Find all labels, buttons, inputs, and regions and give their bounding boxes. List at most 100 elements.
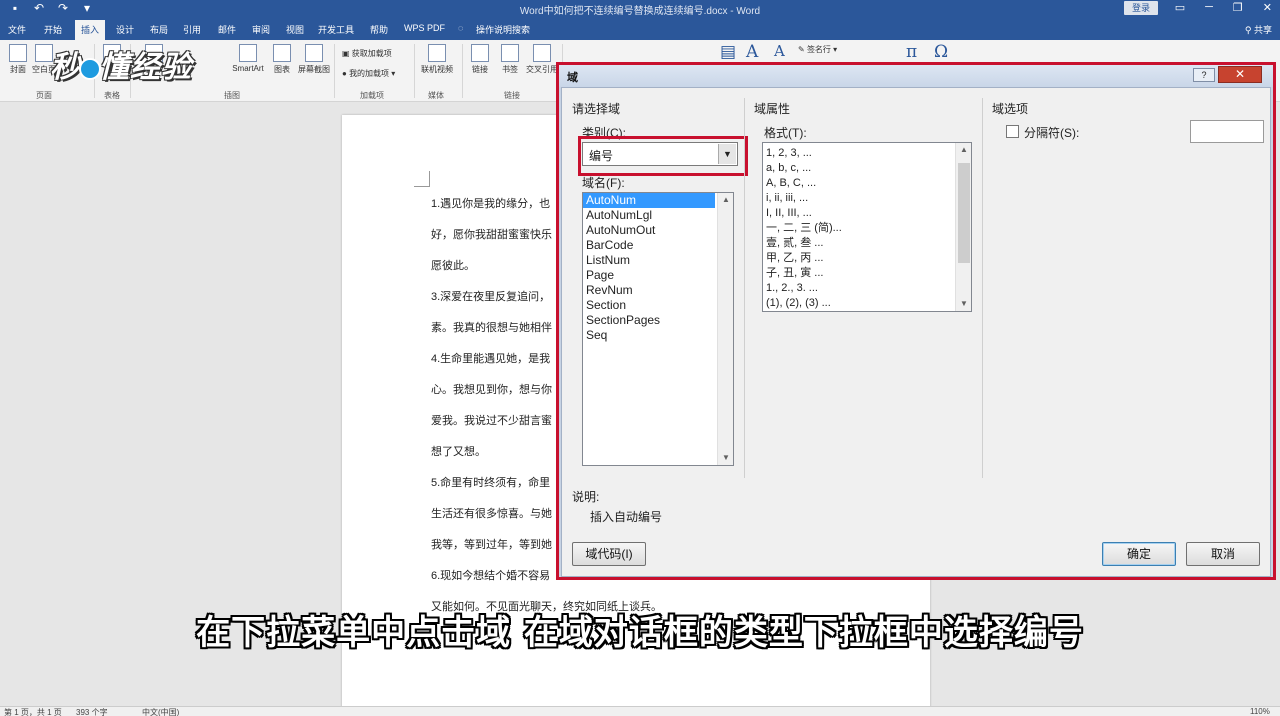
doc-line: 好，愿你我甜甜蜜蜜快乐 xyxy=(431,229,552,241)
list-item[interactable]: a, b, c, ... xyxy=(763,161,971,176)
video-icon xyxy=(428,44,446,62)
format-scrollbar[interactable]: ▲ ▼ xyxy=(955,143,971,311)
list-item[interactable]: RevNum xyxy=(583,283,733,298)
tab-view[interactable]: 视图 xyxy=(286,23,304,36)
field-names-list[interactable]: AutoNum AutoNumLgl AutoNumOut BarCode Li… xyxy=(582,192,734,466)
get-addins-button[interactable]: ▣ 获取加载项 xyxy=(342,48,392,59)
chart-icon xyxy=(273,44,291,62)
list-item[interactable]: AutoNumOut xyxy=(583,223,733,238)
page-count[interactable]: 第 1 页，共 1 页 xyxy=(4,707,62,716)
share-button[interactable]: ⚲ 共享 xyxy=(1245,23,1272,36)
tab-file[interactable]: 文件 xyxy=(8,23,26,36)
minimize-icon[interactable]: ─ xyxy=(1205,1,1213,14)
scroll-up-icon[interactable]: ▲ xyxy=(718,193,733,207)
bookmark-button[interactable]: 书签 xyxy=(496,44,524,75)
list-item[interactable]: BarCode xyxy=(583,238,733,253)
list-item[interactable]: AutoNumLgl xyxy=(583,208,733,223)
choose-field-heading: 请选择域 xyxy=(572,102,621,116)
group-label-pages: 页面 xyxy=(36,91,52,100)
ribbon-divider xyxy=(414,44,415,98)
help-button[interactable]: ? xyxy=(1193,68,1215,82)
list-item[interactable]: A, B, C, ... xyxy=(763,176,971,191)
tab-developer[interactable]: 开发工具 xyxy=(318,23,354,36)
list-item[interactable]: 1., 2., 3. ... xyxy=(763,281,971,296)
field-codes-button[interactable]: 域代码(I) xyxy=(572,542,646,566)
list-item[interactable]: 一, 二, 三 (简)... xyxy=(763,221,971,236)
symbol-icon[interactable]: Ω xyxy=(934,42,948,62)
zoom-level[interactable]: 110% xyxy=(1250,707,1270,716)
doc-line: 5.命里有时终须有，命里 xyxy=(431,477,551,489)
group-label-tables: 表格 xyxy=(104,91,120,100)
list-item[interactable]: SectionPages xyxy=(583,313,733,328)
link-button[interactable]: 链接 xyxy=(466,44,494,75)
ribbon-tabs: 文件 开始 插入 设计 布局 引用 邮件 审阅 视图 开发工具 帮助 WPS P… xyxy=(0,18,1280,40)
text-box-icon[interactable]: ▤ xyxy=(720,42,736,62)
equation-icon[interactable]: π xyxy=(906,42,917,62)
doc-line: 爱我。我说过不少甜言蜜 xyxy=(431,415,552,427)
chevron-down-icon[interactable]: ▼ xyxy=(718,144,736,164)
word-count[interactable]: 393 个字 xyxy=(76,707,108,716)
wordart-icon[interactable]: A xyxy=(746,42,758,62)
list-item[interactable]: ListNum xyxy=(583,253,733,268)
list-item[interactable]: Section xyxy=(583,298,733,313)
watermark-logo: 秒懂经验 xyxy=(50,50,192,85)
list-item[interactable]: (1), (2), (3) ... xyxy=(763,296,971,311)
ok-button[interactable]: 确定 xyxy=(1102,542,1176,566)
dialog-body: 请选择域 类别(C): 编号 ▼ 域名(F): AutoNum AutoNumL… xyxy=(561,87,1271,577)
my-addins-button[interactable]: ● 我的加载项 ▾ xyxy=(342,68,395,79)
share-icon: ⚲ xyxy=(1244,25,1252,35)
separator-label: 分隔符(S): xyxy=(1024,126,1080,140)
login-button[interactable]: 登录 xyxy=(1124,1,1158,15)
scroll-down-icon[interactable]: ▼ xyxy=(956,297,971,311)
tab-review[interactable]: 审阅 xyxy=(252,23,270,36)
category-dropdown[interactable]: 编号 ▼ xyxy=(582,142,738,166)
format-list[interactable]: 1, 2, 3, ... a, b, c, ... A, B, C, ... i… xyxy=(762,142,972,312)
title-bar: ▪ ↶ ↷ ▾ Word中如何把不连续编号替换成连续编号.docx - Word… xyxy=(0,0,1280,18)
tab-wps-pdf[interactable]: WPS PDF xyxy=(404,23,445,33)
list-item[interactable]: 1, 2, 3, ... xyxy=(763,146,971,161)
close-window-icon[interactable]: ✕ xyxy=(1263,1,1272,14)
tab-design[interactable]: 设计 xyxy=(116,23,134,36)
doc-line: 我等，等到过年，等到她 xyxy=(431,539,552,551)
list-item[interactable]: i, ii, iii, ... xyxy=(763,191,971,206)
online-video-button[interactable]: 联机视频 xyxy=(418,44,456,75)
screenshot-button[interactable]: 屏幕截图 xyxy=(296,44,332,75)
drop-cap-icon[interactable]: A xyxy=(774,42,785,60)
tab-references[interactable]: 引用 xyxy=(183,23,201,36)
tab-help[interactable]: 帮助 xyxy=(370,23,388,36)
smartart-button[interactable]: SmartArt xyxy=(230,44,266,73)
separator-input[interactable] xyxy=(1190,120,1264,143)
list-item[interactable]: 甲, 乙, 丙 ... xyxy=(763,251,971,266)
list-item[interactable]: Seq xyxy=(583,328,733,343)
column-divider xyxy=(982,98,983,478)
tab-insert[interactable]: 插入 xyxy=(75,20,106,40)
scroll-down-icon[interactable]: ▼ xyxy=(718,451,733,465)
list-item[interactable]: Page xyxy=(583,268,733,283)
tab-home[interactable]: 开始 xyxy=(44,23,62,36)
scroll-up-icon[interactable]: ▲ xyxy=(956,143,971,157)
list-item[interactable]: I, II, III, ... xyxy=(763,206,971,221)
scroll-thumb[interactable] xyxy=(958,163,970,263)
tab-mailings[interactable]: 邮件 xyxy=(218,23,236,36)
field-dialog: 域 ? ✕ 请选择域 类别(C): 编号 ▼ 域名(F): AutoNum Au… xyxy=(556,62,1276,580)
cancel-button[interactable]: 取消 xyxy=(1186,542,1260,566)
ribbon-display-icon[interactable]: ▭ xyxy=(1175,1,1185,14)
description-text: 插入自动编号 xyxy=(590,510,663,524)
separator-checkbox[interactable] xyxy=(1006,125,1019,138)
tell-me-search[interactable]: 操作说明搜索 xyxy=(476,23,530,36)
list-item[interactable]: 壹, 贰, 叁 ... xyxy=(763,236,971,251)
lightbulb-icon: ◌ xyxy=(458,23,464,33)
dialog-close-button[interactable]: ✕ xyxy=(1218,66,1262,83)
list-item[interactable]: AutoNum xyxy=(583,193,715,208)
chart-button[interactable]: 图表 xyxy=(268,44,296,75)
maximize-icon[interactable]: ❐ xyxy=(1233,1,1243,14)
margin-marker xyxy=(414,171,430,187)
dialog-title: 域 xyxy=(567,72,578,84)
cover-page-button[interactable]: 封面 xyxy=(4,44,32,75)
cross-reference-button[interactable]: 交叉引用 xyxy=(526,44,558,75)
field-names-scrollbar[interactable]: ▲ ▼ xyxy=(717,193,733,465)
tab-layout[interactable]: 布局 xyxy=(150,23,168,36)
list-item[interactable]: 子, 丑, 寅 ... xyxy=(763,266,971,281)
signature-line-button[interactable]: ✎ 签名行 ▾ xyxy=(798,44,837,55)
language-indicator[interactable]: 中文(中国) xyxy=(142,707,179,716)
